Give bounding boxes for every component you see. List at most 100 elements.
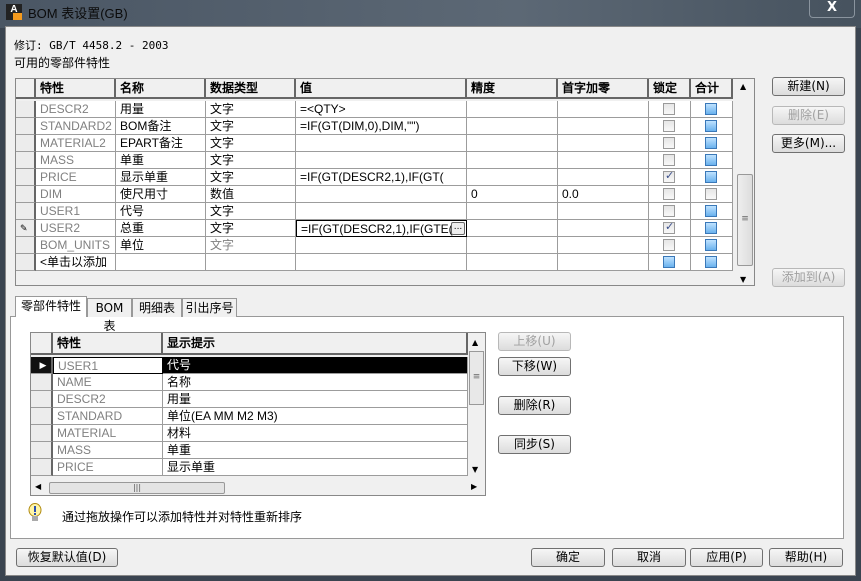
sum-checkbox[interactable] [705,239,717,251]
row-header[interactable] [16,203,36,220]
cell-name[interactable] [116,254,206,271]
cell-value[interactable]: =IF(GT(DESCR2,1),IF(GT( [296,169,467,186]
row-header[interactable] [16,169,36,186]
cell-prop[interactable]: MATERIAL [53,425,163,442]
lock-checkbox[interactable] [663,154,675,166]
column-header-sum[interactable]: 合计 [691,79,733,99]
cell-prop[interactable]: NAME [53,374,163,391]
cell-name[interactable]: 用量 [116,101,206,118]
cell-lead[interactable] [558,254,649,271]
cell-type[interactable] [206,254,296,271]
cell-hint[interactable]: 材料 [163,425,468,442]
cell-hint[interactable]: 显示单重 [163,459,468,476]
sum-checkbox[interactable] [705,188,717,200]
more-button[interactable]: 更多(M)... [772,134,845,153]
cell-lead[interactable] [558,152,649,169]
row-header[interactable] [16,186,36,203]
tab-0[interactable]: 零部件特性 [15,296,87,317]
cell-lead[interactable] [558,135,649,152]
move-up-button[interactable]: 上移(U) [498,332,571,351]
cell-lead[interactable] [558,101,649,118]
row-header[interactable] [31,442,53,459]
sum-checkbox[interactable] [705,171,717,183]
row-header[interactable] [16,101,36,118]
cell-type[interactable]: 文字 [206,118,296,135]
cancel-button[interactable]: 取消 [612,548,686,567]
cell-precision[interactable] [467,101,558,118]
column-header-name[interactable]: 名称 [116,79,206,99]
cell-prop[interactable]: PRICE [53,459,163,476]
cell-prop[interactable]: DIM [36,186,116,203]
cell-prop[interactable]: MATERIAL2 [36,135,116,152]
scroll-thumb[interactable]: ≡ [469,351,484,405]
cell-prop[interactable]: USER1 [53,357,163,374]
cell-lead[interactable] [558,169,649,186]
delete-button[interactable]: 删除(E) [772,106,845,125]
apply-button[interactable]: 应用(P) [690,548,763,567]
lock-checkbox[interactable] [663,256,675,268]
cell-precision[interactable] [467,237,558,254]
cell-value[interactable] [296,254,467,271]
cell-type[interactable]: 文字 [206,220,296,237]
cell-prop[interactable]: USER2 [36,220,116,237]
cell-value[interactable]: =IF(GT(DESCR2,1),IF(GTE( [296,220,467,237]
cell-prop[interactable]: DESCR2 [53,391,163,408]
cell-prop[interactable]: STANDARD2 [36,118,116,135]
cell-precision[interactable] [467,135,558,152]
vertical-scrollbar[interactable]: ▲ ≡ ▼ [468,333,485,481]
cell-type[interactable]: 文字 [206,203,296,220]
ellipsis-button[interactable]: ... [451,222,465,235]
cell-name[interactable]: 使尺用寸 [116,186,206,203]
scroll-down-arrow-icon[interactable]: ▼ [740,275,746,284]
cell-precision[interactable] [467,152,558,169]
restore-defaults-button[interactable]: 恢复默认值(D) [16,548,118,567]
edit-pencil-icon[interactable]: ✎ [16,220,36,237]
cell-name[interactable]: 总重 [116,220,206,237]
cell-hint[interactable]: 单位(EA MM M2 M3) [163,408,468,425]
row-header[interactable] [31,391,53,408]
sum-checkbox[interactable] [705,205,717,217]
cell-name[interactable]: 代号 [116,203,206,220]
row-header[interactable] [16,152,36,169]
cell-type[interactable]: 文字 [206,152,296,169]
cell-precision[interactable] [467,169,558,186]
cell-name[interactable]: EPART备注 [116,135,206,152]
properties-grid[interactable]: 特性 名称 数据类型值精度 首字加零 锁定 合计 DESCR2 用量 文字 =<QTY> STAND… [15,78,755,286]
cell-prop[interactable]: MASS [36,152,116,169]
sum-checkbox[interactable] [705,137,717,149]
lock-checkbox[interactable] [663,103,675,115]
scroll-thumb[interactable]: ≡ [737,174,753,266]
cell-precision[interactable] [467,118,558,135]
add-to-button[interactable]: 添加到(A) [772,268,845,287]
column-header-hint[interactable]: 显示提示 [163,333,468,355]
sum-checkbox[interactable] [705,154,717,166]
tab-3[interactable]: 引出序号 [182,298,237,317]
cell-lead[interactable]: 0.0 [558,186,649,203]
column-header-type[interactable]: 数据类型 [206,79,296,99]
sum-checkbox[interactable] [705,120,717,132]
cell-value[interactable] [296,237,467,254]
row-header[interactable] [16,118,36,135]
cell-type[interactable]: 文字 [206,237,296,254]
display-hint-grid[interactable]: 特性 显示提示 ▶ USER1 代号 NAME 名称 DESCR2 用量 STANDARD 单位(E… [30,332,486,496]
scroll-thumb[interactable]: ||| [49,482,225,494]
tab-2[interactable]: 明细表 [132,298,182,317]
close-button[interactable]: X [809,0,855,18]
row-header[interactable] [31,408,53,425]
row-header[interactable] [31,374,53,391]
cell-value[interactable] [296,135,467,152]
sum-checkbox[interactable] [705,256,717,268]
column-header-prop[interactable]: 特性 [53,333,163,355]
scroll-right-arrow-icon[interactable]: ▶ [471,482,477,491]
scroll-up-arrow-icon[interactable]: ▲ [472,338,478,347]
cell-precision[interactable] [467,220,558,237]
cell-prop[interactable]: BOM_UNITS [36,237,116,254]
cell-precision[interactable] [467,203,558,220]
horizontal-scrollbar[interactable]: ◀ ||| ▶ [31,481,485,495]
row-header[interactable] [16,135,36,152]
sync-button[interactable]: 同步(S) [498,435,571,454]
vertical-scrollbar[interactable]: ▲ ≡ ▼ [736,79,754,284]
row-header[interactable] [16,237,36,254]
ok-button[interactable]: 确定 [531,548,605,567]
move-down-button[interactable]: 下移(W) [498,357,571,376]
